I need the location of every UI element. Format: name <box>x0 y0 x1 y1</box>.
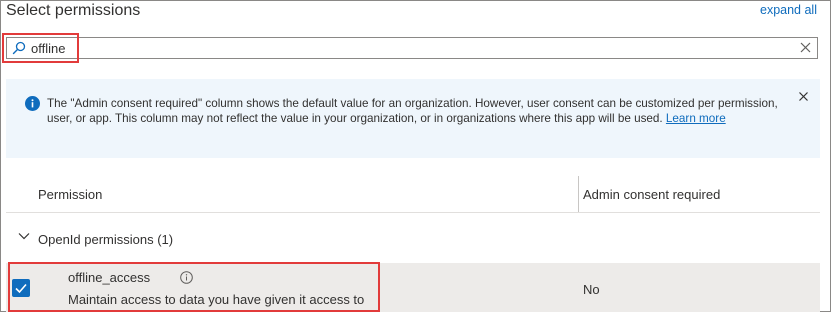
clear-search-icon[interactable] <box>800 42 811 53</box>
permission-name: offline_access <box>68 270 151 285</box>
admin-consent-info-banner: The "Admin consent required" column show… <box>6 79 820 158</box>
group-label: OpenId permissions (1) <box>38 232 174 247</box>
chevron-down-icon[interactable] <box>18 232 30 240</box>
column-header-permission[interactable]: Permission <box>38 187 102 202</box>
column-header-admin-consent[interactable]: Admin consent required <box>583 187 720 202</box>
permissions-table-header: Permission Admin consent required <box>6 176 820 213</box>
group-row-openid[interactable]: OpenId permissions (1) <box>6 222 820 252</box>
learn-more-link[interactable]: Learn more <box>666 112 726 125</box>
checkmark-icon <box>15 283 27 294</box>
search-icon <box>12 41 26 55</box>
permission-row[interactable]: offline_access Maintain access to data y… <box>6 263 820 312</box>
permission-checkbox[interactable] <box>12 279 30 297</box>
info-icon[interactable] <box>180 271 193 284</box>
info-icon <box>25 96 40 111</box>
panel-title: Select permissions <box>6 2 141 19</box>
close-icon[interactable] <box>799 92 808 101</box>
column-divider[interactable] <box>578 176 579 212</box>
permission-search-box[interactable] <box>6 37 818 59</box>
banner-message: The "Admin consent required" column show… <box>47 96 787 126</box>
permission-description: Maintain access to data you have given i… <box>68 292 365 307</box>
admin-consent-value: No <box>583 282 600 297</box>
search-input[interactable] <box>31 39 791 57</box>
expand-all-link[interactable]: expand all <box>760 3 817 17</box>
